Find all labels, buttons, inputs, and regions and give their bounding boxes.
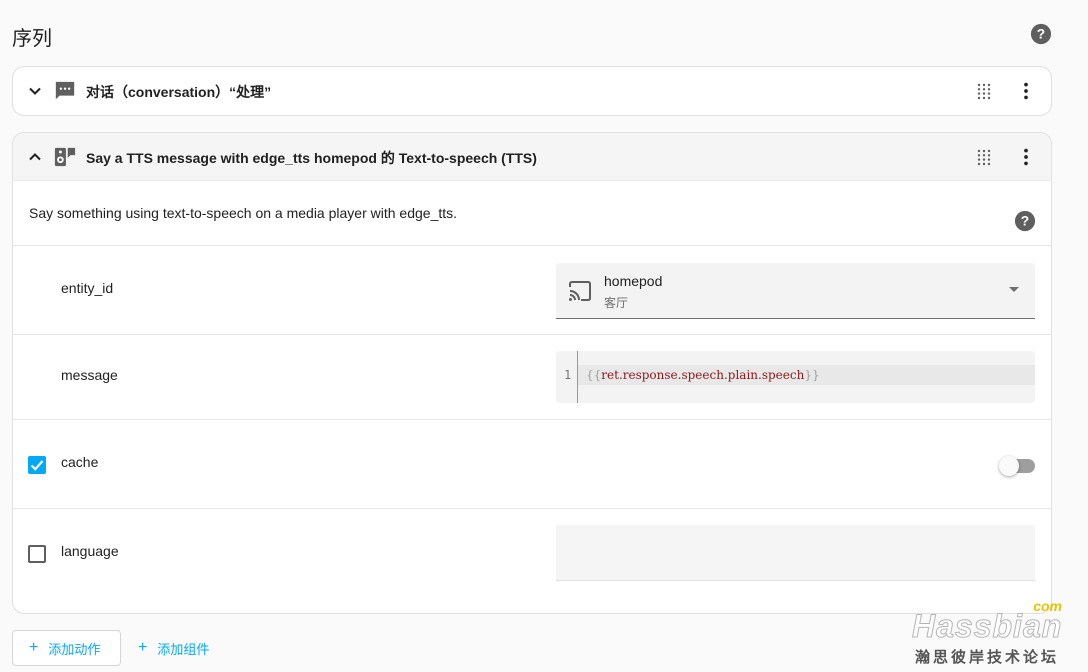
speaker-message-icon [54, 147, 76, 167]
checkmark-icon [30, 460, 44, 471]
chevron-up-icon[interactable] [25, 147, 45, 167]
plus-icon: + [29, 639, 39, 656]
action-card-tts: Say a TTS message with edge_tts homepod … [12, 132, 1052, 614]
cast-icon [569, 281, 591, 301]
chevron-down-icon[interactable] [25, 81, 45, 101]
action-card-header[interactable]: Say a TTS message with edge_tts homepod … [13, 133, 1051, 181]
template-expression: ret.response.speech.plain.speech [601, 368, 805, 382]
field-label: language [61, 543, 119, 559]
watermark: com Hassbian 瀚思彼岸技术论坛 [910, 598, 1080, 668]
cache-checkbox[interactable] [28, 456, 46, 474]
template-close-brace: }} [804, 368, 820, 382]
field-row-language: language [13, 508, 1051, 613]
language-input[interactable] [556, 525, 1035, 581]
section-title: 序列 [12, 28, 52, 50]
field-label: cache [61, 454, 99, 470]
entity-name: homepod [604, 273, 663, 289]
toggle-knob [999, 456, 1019, 476]
field-row-cache: cache [13, 419, 1051, 509]
message-code-editor[interactable]: 1 {{ret.response.speech.plain.speech}} [556, 351, 1035, 403]
action-title: Say a TTS message with edge_tts homepod … [86, 150, 537, 166]
field-label: message [61, 367, 118, 383]
svg-text:?: ? [1021, 214, 1029, 229]
add-action-label: 添加动作 [48, 641, 101, 657]
line-number: 1 [564, 368, 572, 382]
cache-toggle[interactable] [999, 456, 1035, 476]
template-open-brace: {{ [586, 368, 602, 382]
service-description: Say something using text-to-speech on a … [29, 205, 458, 221]
entity-select[interactable]: homepod 客厅 [556, 263, 1035, 319]
add-action-button[interactable]: + 添加动作 [12, 630, 121, 666]
field-row-entity-id: entity_id homepod 客厅 [13, 245, 1051, 335]
svg-text:?: ? [1037, 27, 1045, 42]
language-checkbox[interactable] [28, 545, 46, 563]
code-line[interactable]: {{ret.response.speech.plain.speech}} [578, 365, 1035, 385]
add-block-label: 添加组件 [157, 641, 210, 657]
message-processing-icon [55, 81, 75, 100]
action-card-conversation: 对话（conversation）“处理” [12, 66, 1052, 116]
plus-icon: + [138, 639, 148, 656]
dots-vertical-icon[interactable] [1015, 146, 1037, 168]
drag-handle-icon[interactable] [975, 148, 993, 166]
help-circle-icon[interactable]: ? [1014, 210, 1036, 232]
field-label: entity_id [61, 280, 114, 296]
watermark-logo: Hassbian [911, 608, 1063, 645]
sequence-header: 序列 ? [12, 20, 1052, 50]
drag-handle-icon[interactable] [975, 82, 993, 100]
action-title: 对话（conversation）“处理” [86, 84, 272, 100]
dropdown-arrow-icon[interactable] [1009, 287, 1019, 292]
help-circle-icon[interactable]: ? [1030, 23, 1052, 45]
action-card-header[interactable]: 对话（conversation）“处理” [13, 67, 1051, 115]
add-block-button[interactable]: + 添加组件 [130, 630, 230, 666]
dots-vertical-icon[interactable] [1015, 80, 1037, 102]
code-text[interactable]: {{ret.response.speech.plain.speech}} [586, 368, 820, 382]
entity-area: 客厅 [604, 296, 629, 310]
field-row-message: message 1 {{ret.response.speech.plain.sp… [13, 334, 1051, 420]
watermark-subtitle: 瀚思彼岸技术论坛 [915, 649, 1060, 666]
